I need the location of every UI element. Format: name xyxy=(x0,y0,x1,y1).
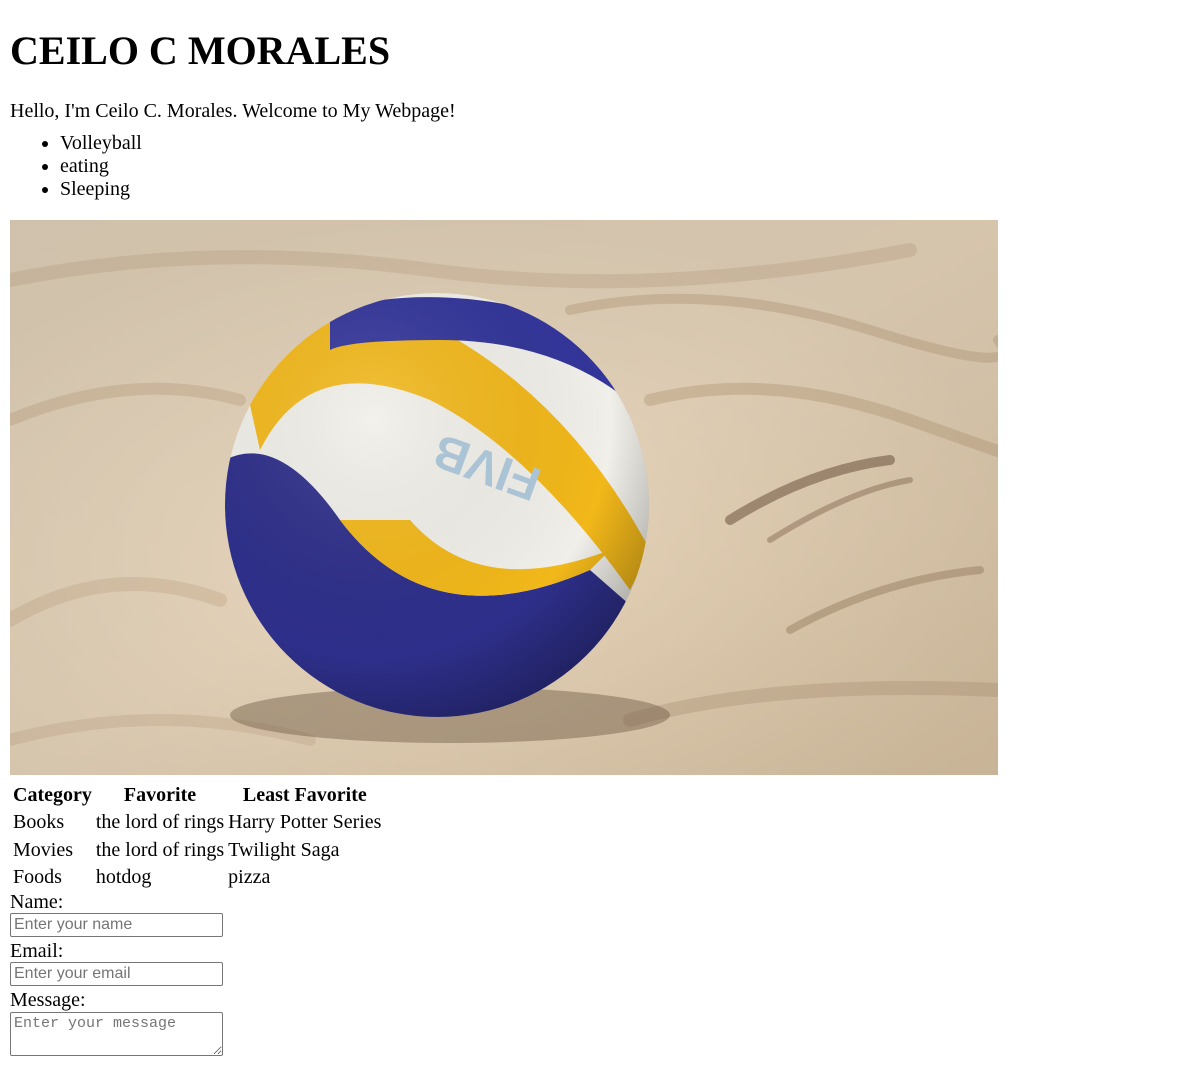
table-cell: Movies xyxy=(13,838,73,861)
name-input[interactable] xyxy=(10,912,223,937)
hobbies-list: Volleyball eating Sleeping xyxy=(10,132,1188,201)
list-item: eating xyxy=(60,155,1188,178)
table-row: Movies the lord of rings Twilight Saga xyxy=(12,838,382,864)
column-header: Category xyxy=(13,784,92,806)
message-textarea[interactable] xyxy=(10,1011,223,1056)
column-header: Favorite xyxy=(123,784,197,806)
contact-form: Name: Email: Message: xyxy=(10,892,1188,1056)
table-cell: Books xyxy=(13,811,65,833)
email-input[interactable] xyxy=(10,961,223,986)
table-cell: pizza xyxy=(228,866,271,888)
favorites-table: Category Favorite Least Favorite Books t… xyxy=(10,781,384,893)
page-title: CEILO C MORALES xyxy=(10,28,391,73)
table-row: Foods hotdog pizza xyxy=(12,865,382,891)
table-row: Books the lord of rings Harry Potter Ser… xyxy=(12,810,382,836)
table-cell: Twilight Saga xyxy=(228,838,340,861)
table-cell: hotdog xyxy=(95,866,152,888)
table-cell: the lord of rings xyxy=(95,811,225,833)
volleyball-photo: FIVB xyxy=(10,220,998,775)
list-item: Volleyball xyxy=(60,132,1188,155)
column-header: Least Favorite xyxy=(242,784,367,806)
intro-text: Hello, I'm Ceilo C. Morales. Welcome to … xyxy=(10,100,456,122)
message-label: Message: xyxy=(10,988,86,1011)
email-label: Email: xyxy=(10,939,64,962)
table-cell: Harry Potter Series xyxy=(228,811,382,833)
table-header-row: Category Favorite Least Favorite xyxy=(12,783,382,808)
name-label: Name: xyxy=(10,890,64,913)
table-cell: Foods xyxy=(13,866,62,888)
page: CEILO C MORALES Hello, I'm Ceilo C. Mora… xyxy=(0,0,1198,1056)
list-item: Sleeping xyxy=(60,178,1188,201)
table-cell: the lord of rings xyxy=(95,838,225,861)
